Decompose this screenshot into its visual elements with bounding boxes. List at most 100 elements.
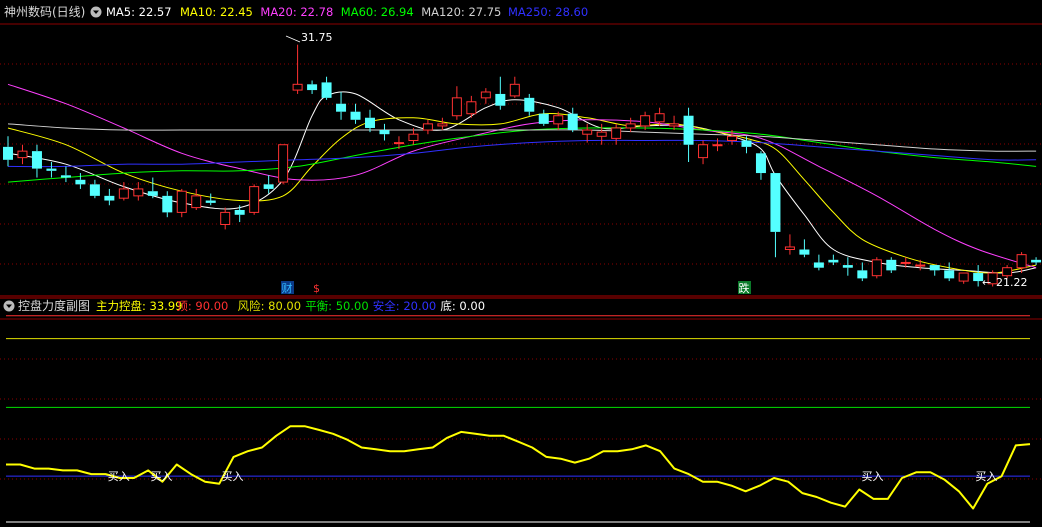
event-markers: 财 $ 跌 — [281, 281, 751, 295]
candle — [1016, 252, 1027, 274]
legend-item: 安全: 20.00 — [373, 299, 436, 313]
main-header: 神州数码(日线) MA5: 22.57 MA10: 22.45 MA20: 22.7… — [4, 4, 588, 19]
candle-body — [900, 261, 911, 264]
candle — [89, 179, 100, 199]
low-arrow-icon: ← — [982, 276, 991, 289]
legend-item: 风险: 80.00 — [238, 299, 301, 313]
candle-body — [871, 259, 882, 277]
candle-body — [220, 211, 231, 225]
legend-item: MA5: 22.57 — [106, 5, 172, 19]
candle — [176, 188, 187, 218]
dividend-event-marker[interactable]: $ — [313, 282, 320, 295]
candle-body — [944, 270, 955, 279]
legend-item: MA120: 27.75 — [421, 5, 501, 19]
legend-item: MA20: 22.78 — [260, 5, 333, 19]
candle-body — [176, 190, 187, 213]
candle-body — [336, 103, 347, 112]
legend-item: MA10: 22.45 — [180, 5, 253, 19]
candle — [944, 262, 955, 282]
candle-body — [422, 123, 433, 131]
limit-down-event-marker[interactable]: 跌 — [738, 281, 751, 295]
candle-body — [857, 270, 868, 279]
buy-signal-label: 买入 — [108, 470, 130, 483]
candle — [611, 123, 622, 145]
candle-body — [799, 249, 810, 255]
candle — [249, 184, 260, 215]
candle-body — [321, 82, 332, 98]
low-price-label: 21.22 — [996, 276, 1028, 289]
candle-body — [133, 188, 144, 197]
candle-body — [669, 123, 680, 127]
candle-body — [278, 144, 289, 183]
candle — [60, 166, 71, 183]
dropdown-icon[interactable] — [90, 6, 102, 18]
candle — [220, 207, 231, 230]
candle-body — [451, 97, 462, 117]
candle-body — [104, 195, 115, 201]
candle — [640, 111, 651, 131]
candle — [133, 182, 144, 201]
legend-item: 顶: 90.00 — [176, 299, 228, 313]
candle-body — [727, 135, 737, 141]
candle-body — [582, 129, 593, 135]
candle-body — [234, 209, 245, 215]
candle — [683, 107, 694, 162]
candle-body — [915, 264, 926, 267]
candle-body — [191, 195, 202, 209]
candle-body — [3, 146, 13, 160]
candle — [582, 123, 593, 143]
candle-body — [886, 259, 897, 271]
candle-body — [466, 101, 477, 115]
candle — [958, 272, 969, 284]
legend-item: MA250: 28.60 — [508, 5, 588, 19]
candle — [234, 205, 245, 223]
candle-body — [698, 144, 709, 159]
candle — [104, 188, 115, 206]
candle — [886, 257, 897, 274]
candle — [350, 103, 361, 124]
candle-body — [1002, 267, 1013, 277]
candle-body — [408, 133, 419, 141]
candle-body — [958, 272, 969, 282]
sub-dropdown-icon[interactable] — [3, 300, 15, 312]
candle-body — [365, 117, 375, 128]
main-indicator-legend: MA5: 22.57 MA10: 22.45 MA20: 22.78 MA60: 26… — [106, 5, 588, 19]
ma-line-ma250 — [7, 139, 1037, 168]
candle-body — [596, 131, 607, 137]
candle — [567, 107, 578, 133]
candle — [46, 161, 57, 178]
buy-signal-label: 买入 — [150, 470, 172, 483]
candle — [205, 193, 216, 206]
candle — [451, 86, 462, 120]
candle-body — [162, 195, 173, 213]
candle-body — [263, 184, 274, 189]
candle-body — [292, 83, 303, 91]
candle-body — [784, 246, 795, 251]
candle-body — [350, 111, 361, 120]
candle-body — [31, 151, 42, 169]
finance-event-marker[interactable]: 财 — [281, 281, 294, 295]
ma-line-ma20 — [7, 83, 1037, 269]
candle — [292, 44, 303, 94]
candle-body — [828, 259, 839, 263]
candle-body — [524, 97, 535, 112]
candle-body — [538, 113, 549, 124]
candle — [31, 144, 42, 178]
candle — [669, 115, 680, 131]
candle-body — [17, 150, 28, 159]
candle — [17, 144, 28, 165]
candle — [162, 191, 173, 218]
svg-text:跌: 跌 — [739, 281, 750, 295]
buy-signal-label: 买入 — [975, 470, 997, 483]
grid-lines — [0, 23, 1042, 480]
candle — [842, 257, 853, 276]
candle — [625, 117, 636, 133]
sub-indicator-legend: 主力控盘: 33.99顶: 90.00 风险: 80.00 平衡: 50.00 安全:… — [96, 299, 485, 313]
candle-body — [1016, 254, 1027, 269]
candle-body — [46, 168, 57, 171]
stock-chart-canvas[interactable]: 神州数码(日线) MA5: 22.57 MA10: 22.45 MA20: 22.7… — [0, 0, 1042, 527]
candle — [915, 259, 926, 271]
candle — [495, 76, 506, 110]
candle-body — [712, 144, 723, 147]
candle — [437, 117, 448, 131]
